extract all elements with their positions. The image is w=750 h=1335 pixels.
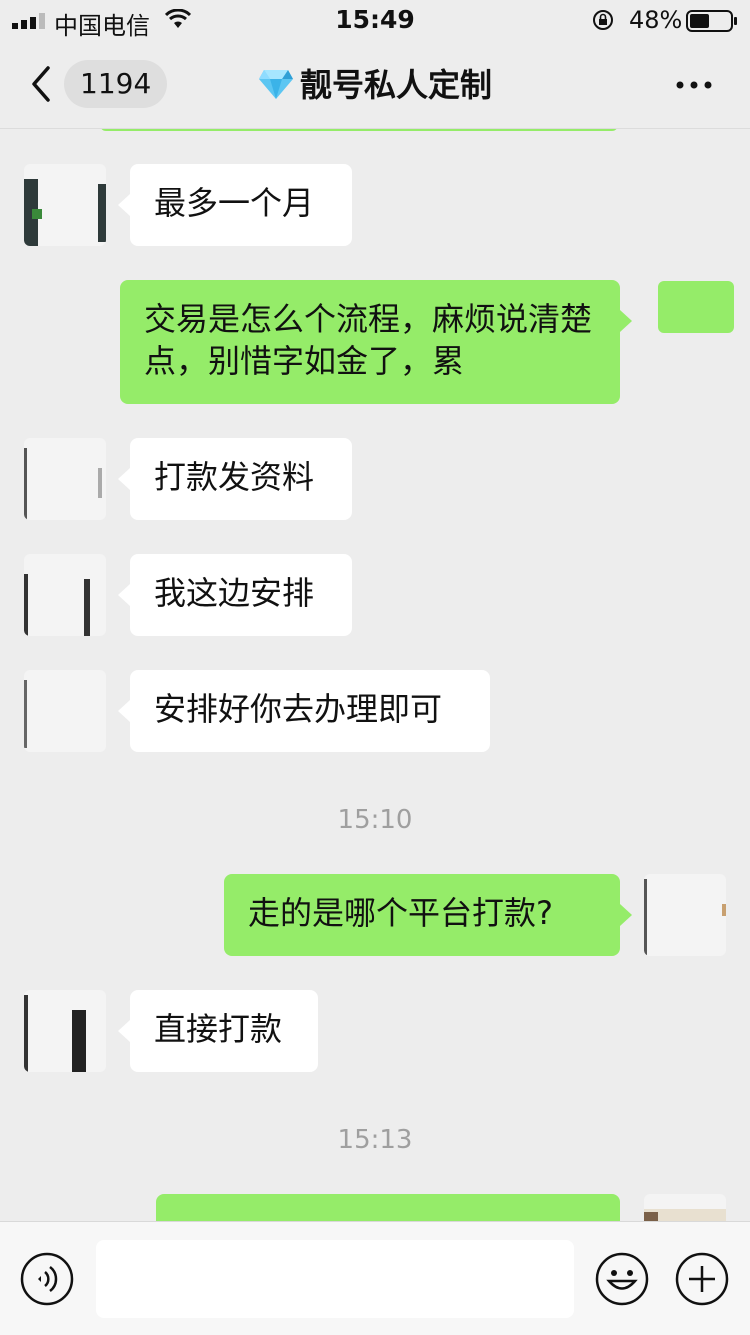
input-bar [0, 1221, 750, 1335]
message-text: 我这边安排 [154, 574, 315, 612]
voice-icon[interactable] [20, 1252, 74, 1306]
battery-icon [686, 10, 737, 32]
timestamp: 15:13 [337, 1125, 413, 1155]
message-bubble-received[interactable]: 最多一个月 [118, 164, 352, 246]
message-bubble-received[interactable]: 安排好你去办理即可 [118, 670, 490, 752]
more-icon[interactable] [676, 80, 712, 90]
message-text: 走的是哪个平台打款? [248, 894, 553, 932]
contact-avatar[interactable] [24, 438, 106, 520]
my-avatar[interactable] [658, 281, 734, 333]
my-avatar[interactable] [644, 1194, 726, 1221]
timestamp: 15:10 [337, 805, 413, 835]
previous-message-bubble [100, 129, 618, 131]
my-avatar[interactable] [644, 874, 726, 956]
chat-title-text: 靓号私人定制 [299, 66, 492, 104]
diamond-icon [258, 70, 293, 99]
message-text: 安排好你去办理即可 [154, 690, 443, 728]
message-bubble-received[interactable]: 我这边安排 [118, 554, 352, 636]
message-text: 最多一个月 [154, 184, 315, 222]
message-input[interactable] [96, 1240, 574, 1318]
plus-icon[interactable] [675, 1252, 729, 1306]
contact-avatar[interactable] [24, 990, 106, 1072]
message-bubble-received[interactable]: 打款发资料 [118, 438, 352, 520]
message-bubble-sent[interactable]: 交易是怎么个流程，麻烦说清楚点，别惜字如金了，累 [120, 280, 632, 404]
contact-avatar[interactable] [24, 164, 106, 246]
chat-title: 靓号私人定制 [0, 60, 750, 106]
contact-avatar[interactable] [24, 554, 106, 636]
chat-header: 1194 靓号私人定制 [0, 40, 750, 129]
message-text: 直接打款 [154, 1010, 283, 1048]
battery-percent: 48% [629, 6, 683, 34]
message-text: 交易是怎么个流程，麻烦说清楚点，别惜字如金了，累 [144, 300, 593, 380]
message-bubble-sent[interactable] [156, 1194, 620, 1221]
orientation-lock-icon [593, 10, 613, 30]
message-bubble-received[interactable]: 直接打款 [118, 990, 318, 1072]
message-bubble-sent[interactable]: 走的是哪个平台打款? [224, 874, 632, 956]
status-bar: 中国电信 15:49 48% [0, 0, 750, 40]
message-text: 打款发资料 [154, 458, 315, 496]
message-list[interactable]: 最多一个月 交易是怎么个流程，麻烦说清楚点，别惜字如金了，累 打款发资料 我这边… [0, 129, 750, 1221]
emoji-icon[interactable] [595, 1252, 649, 1306]
contact-avatar[interactable] [24, 670, 106, 752]
